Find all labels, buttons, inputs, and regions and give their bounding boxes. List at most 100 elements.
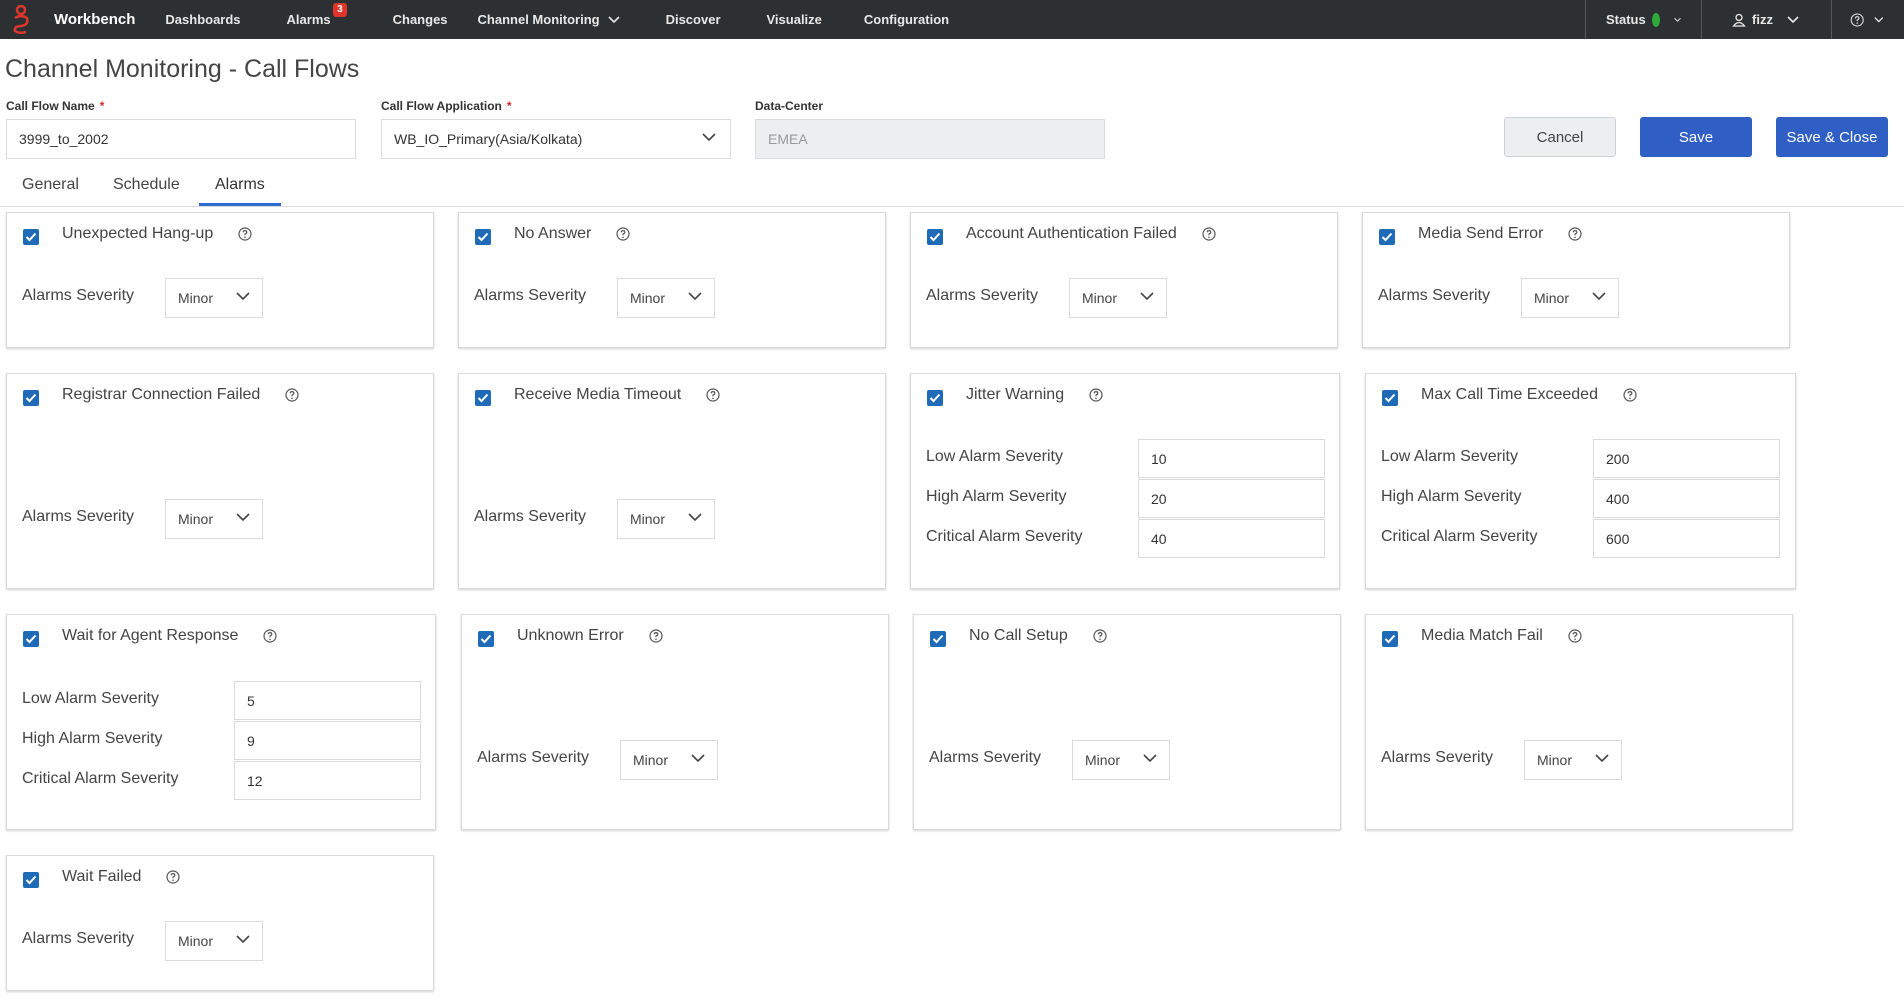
help-circle-icon[interactable] (1089, 388, 1103, 402)
checkbox-checked-icon[interactable] (23, 390, 39, 406)
alarms-severity-label: Alarms Severity (1381, 749, 1494, 766)
alarm-title-text: Media Send Error (1418, 225, 1544, 242)
genesys-logo-icon[interactable] (4, 0, 38, 39)
checkbox-checked-icon[interactable] (23, 631, 39, 647)
critical-severity-input[interactable]: 600 (1593, 519, 1780, 558)
severity-value: Minor (1537, 752, 1573, 768)
severity-select[interactable]: Minor (1521, 278, 1619, 318)
alarm-card-wait-agent-response: Wait for Agent Response Low Alarm Severi… (6, 614, 436, 830)
critical-severity-label: Critical Alarm Severity (1381, 528, 1538, 545)
severity-select[interactable]: Minor (165, 499, 263, 539)
tab-schedule[interactable]: Schedule (97, 173, 196, 206)
high-severity-input[interactable]: 9 (234, 721, 421, 760)
checkbox-checked-icon[interactable] (1382, 631, 1398, 647)
checkbox-checked-icon[interactable] (1382, 390, 1398, 406)
help-circle-icon[interactable] (1623, 388, 1637, 402)
help-circle-icon[interactable] (1568, 629, 1582, 643)
nav-channel-monitoring[interactable]: Channel Monitoring (478, 12, 620, 27)
severity-select[interactable]: Minor (165, 921, 263, 961)
help-circle-icon[interactable] (1202, 227, 1216, 241)
nav-dashboards[interactable]: Dashboards (165, 12, 240, 27)
alarm-card-account-auth-failed: Account Authentication Failed Alarms Sev… (910, 212, 1338, 348)
help-circle-icon[interactable] (1093, 629, 1107, 643)
nav-changes-label: Changes (392, 12, 448, 27)
severity-select[interactable]: Minor (1069, 278, 1167, 318)
critical-severity-input[interactable]: 12 (234, 761, 421, 800)
cancel-button[interactable]: Cancel (1504, 117, 1616, 157)
severity-select[interactable]: Minor (1072, 740, 1170, 780)
checkbox-checked-icon[interactable] (475, 390, 491, 406)
severity-select[interactable]: Minor (1524, 740, 1622, 780)
chevron-down-icon (1787, 15, 1799, 23)
checkbox-checked-icon[interactable] (23, 229, 39, 245)
checkbox-checked-icon[interactable] (1379, 229, 1395, 245)
severity-select[interactable]: Minor (617, 278, 715, 318)
save-and-close-button[interactable]: Save & Close (1776, 117, 1888, 157)
checkbox-checked-icon[interactable] (927, 229, 943, 245)
checkbox-checked-icon[interactable] (927, 390, 943, 406)
alarms-severity-label: Alarms Severity (926, 287, 1039, 304)
nav-configuration[interactable]: Configuration (864, 12, 949, 27)
checkbox-checked-icon[interactable] (930, 631, 946, 647)
tab-general[interactable]: General (6, 173, 95, 206)
severity-select[interactable]: Minor (617, 499, 715, 539)
checkbox-checked-icon[interactable] (478, 631, 494, 647)
nav-discover[interactable]: Discover (666, 12, 721, 27)
call-flow-name-value: 3999_to_2002 (19, 131, 109, 147)
tab-alarms[interactable]: Alarms (199, 173, 281, 206)
severity-value: Minor (1082, 290, 1118, 306)
chevron-down-icon (1592, 292, 1606, 301)
low-severity-input[interactable]: 200 (1593, 439, 1780, 478)
help-circle-icon[interactable] (616, 227, 630, 241)
alarm-title: Wait for Agent Response (62, 627, 277, 645)
high-severity-label: High Alarm Severity (1381, 488, 1522, 505)
high-severity-input[interactable]: 20 (1138, 479, 1325, 518)
severity-select[interactable]: Minor (165, 278, 263, 318)
severity-value: Minor (1534, 290, 1570, 306)
help-circle-icon[interactable] (706, 388, 720, 402)
help-circle-icon[interactable] (285, 388, 299, 402)
user-menu[interactable]: fizz (1701, 0, 1831, 39)
call-flow-name-input[interactable]: 3999_to_2002 (6, 119, 356, 159)
high-severity-input[interactable]: 400 (1593, 479, 1780, 518)
alarm-title-text: Media Match Fail (1421, 627, 1543, 644)
low-severity-input[interactable]: 5 (234, 681, 421, 720)
alarm-title: Unexpected Hang-up (62, 225, 252, 243)
severity-value: Minor (178, 290, 214, 306)
alarm-title: Media Send Error (1418, 225, 1582, 243)
help-menu[interactable] (1831, 0, 1904, 39)
status-label: Status (1606, 12, 1646, 27)
severity-value: Minor (630, 511, 666, 527)
alarm-title: No Answer (514, 225, 630, 243)
alarm-title: Registrar Connection Failed (62, 386, 299, 404)
call-flow-name-label: Call Flow Name * (6, 99, 104, 113)
alarm-card-max-call-time: Max Call Time Exceeded Low Alarm Severit… (1365, 373, 1796, 589)
nav-alarms-label: Alarms (286, 12, 331, 27)
chevron-down-icon (236, 513, 250, 522)
alarm-title: Media Match Fail (1421, 627, 1582, 645)
call-flow-app-select[interactable]: WB_IO_Primary(Asia/Kolkata) (381, 119, 731, 159)
nav-dashboards-label: Dashboards (165, 12, 241, 27)
alarm-card-unknown-error: Unknown Error Alarms Severity Minor (461, 614, 889, 830)
alarms-severity-label: Alarms Severity (929, 749, 1042, 766)
alarm-card-media-match-fail: Media Match Fail Alarms Severity Minor (1365, 614, 1793, 830)
nav-changes[interactable]: Changes (393, 12, 448, 27)
alarm-title: Unknown Error (517, 627, 663, 645)
required-mark: * (506, 99, 512, 113)
nav-visualize[interactable]: Visualize (767, 12, 822, 27)
help-circle-icon[interactable] (166, 870, 181, 884)
critical-severity-label: Critical Alarm Severity (926, 528, 1083, 545)
checkbox-checked-icon[interactable] (23, 872, 39, 888)
help-circle-icon[interactable] (1568, 227, 1582, 241)
low-severity-input[interactable]: 10 (1138, 439, 1325, 478)
status-menu[interactable]: Status (1585, 0, 1701, 39)
brand-name[interactable]: Workbench (54, 11, 135, 28)
nav-alarms[interactable]: Alarms 3 (286, 3, 347, 27)
help-circle-icon[interactable] (263, 629, 277, 643)
help-circle-icon[interactable] (238, 227, 252, 241)
severity-select[interactable]: Minor (620, 740, 718, 780)
critical-severity-input[interactable]: 40 (1138, 519, 1325, 558)
help-circle-icon[interactable] (649, 629, 663, 643)
checkbox-checked-icon[interactable] (475, 229, 491, 245)
save-button[interactable]: Save (1640, 117, 1752, 157)
